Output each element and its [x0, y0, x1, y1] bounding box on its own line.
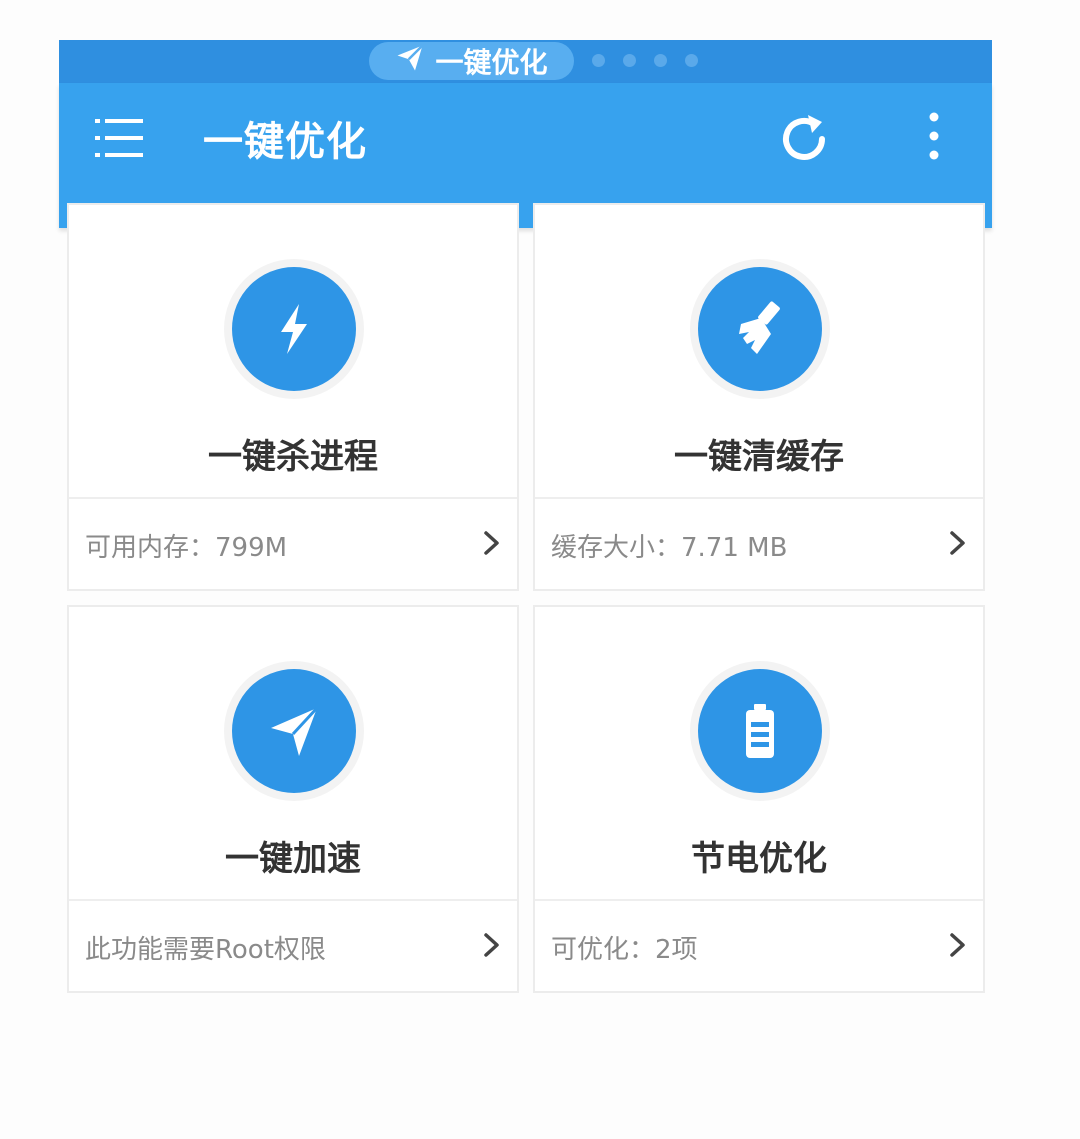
card-info: 可用内存：799M [85, 533, 288, 563]
card-title: 节电优化 [691, 839, 827, 879]
icon-halo [224, 661, 364, 801]
card-top: 一键清缓存 [535, 205, 983, 499]
page-dot [685, 54, 698, 67]
card-top: 节电优化 [535, 607, 983, 901]
card-footer[interactable]: 可优化：2项 [535, 901, 983, 991]
page-dot [623, 54, 636, 67]
card-footer[interactable]: 缓存大小：7.71 MB [535, 499, 983, 589]
card-top: 一键杀进程 [69, 205, 517, 499]
card-info: 可优化：2项 [551, 935, 698, 965]
card-footer[interactable]: 可用内存：799M [69, 499, 517, 589]
chevron-right-icon [950, 933, 965, 957]
battery-icon [698, 669, 822, 793]
more-vertical-icon[interactable] [919, 107, 949, 167]
page-indicator [592, 54, 698, 67]
chevron-right-icon [484, 933, 499, 957]
page-dot [654, 54, 667, 67]
broom-icon [698, 267, 822, 391]
icon-halo [690, 259, 830, 399]
status-pill[interactable]: 一键优化 [369, 42, 574, 80]
icon-halo [690, 661, 830, 801]
lightning-icon [232, 267, 356, 391]
card-top: 一键加速 [69, 607, 517, 901]
card-power-saving[interactable]: 节电优化 可优化：2项 [533, 605, 985, 993]
card-clear-cache[interactable]: 一键清缓存 缓存大小：7.71 MB [533, 203, 985, 591]
status-strip: 一键优化 [59, 40, 992, 83]
chevron-right-icon [950, 531, 965, 555]
status-pill-label: 一键优化 [435, 46, 548, 79]
menu-icon[interactable] [95, 113, 145, 163]
card-title: 一键清缓存 [674, 437, 844, 477]
card-info: 此功能需要Root权限 [85, 935, 326, 965]
card-title: 一键杀进程 [208, 437, 378, 477]
page-title: 一键优化 [203, 119, 367, 165]
chevron-right-icon [484, 531, 499, 555]
app-frame: 一键优化 一键优化 一键杀进程 可用内存：799M 一键清缓存 缓存大小：7.7… [59, 40, 992, 1000]
card-info: 缓存大小：7.71 MB [551, 533, 788, 563]
send-icon [395, 43, 425, 80]
card-speed-up[interactable]: 一键加速 此功能需要Root权限 [67, 605, 519, 993]
card-footer[interactable]: 此功能需要Root权限 [69, 901, 517, 991]
paper-plane-icon [232, 669, 356, 793]
page-dot [592, 54, 605, 67]
card-title: 一键加速 [225, 839, 361, 879]
refresh-icon[interactable] [774, 109, 834, 169]
icon-halo [224, 259, 364, 399]
card-kill-process[interactable]: 一键杀进程 可用内存：799M [67, 203, 519, 591]
